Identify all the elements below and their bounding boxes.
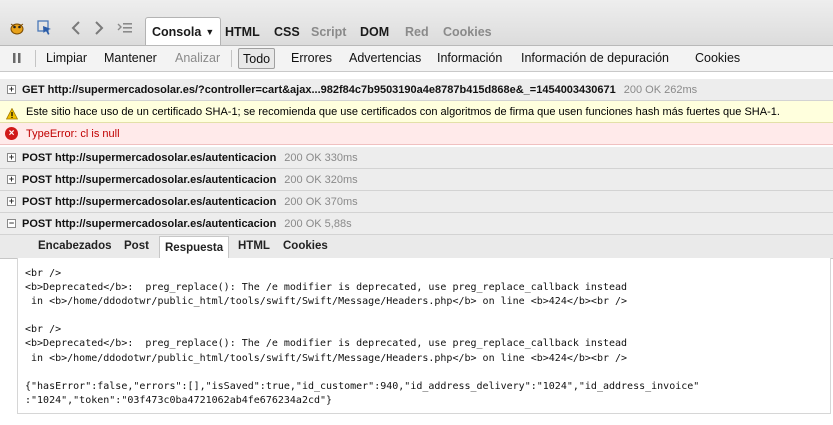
request-url: POST http://supermercadosolar.es/autenti… xyxy=(22,213,352,234)
tab-consola-label: Consola xyxy=(152,25,202,39)
request-url-text: POST http://supermercadosolar.es/autenti… xyxy=(22,174,277,186)
request-url: POST http://supermercadosolar.es/autenti… xyxy=(22,169,358,190)
request-status: 200 OK 320ms xyxy=(284,174,358,186)
clear-button[interactable]: Limpiar xyxy=(46,50,87,67)
post-request-row[interactable]: + POST http://supermercadosolar.es/auten… xyxy=(0,191,833,213)
request-status: 200 OK 370ms xyxy=(284,196,358,208)
tab-encabezados[interactable]: Encabezados xyxy=(38,240,112,252)
request-status: 200 OK 5,88s xyxy=(284,218,352,230)
divider xyxy=(231,50,232,67)
request-url: POST http://supermercadosolar.es/autenti… xyxy=(22,147,358,168)
persist-button[interactable]: Mantener xyxy=(104,50,157,67)
response-body-text: <br /> <b>Deprecated</b>: preg_replace()… xyxy=(25,268,700,406)
tab-response-html[interactable]: HTML xyxy=(238,240,270,252)
warning-message: Este sitio hace uso de un certificado SH… xyxy=(26,106,780,118)
tab-red[interactable]: Red xyxy=(405,22,429,42)
expand-toggle-icon[interactable]: + xyxy=(7,153,16,162)
expand-toggle-icon[interactable]: + xyxy=(7,175,16,184)
post-request-row[interactable]: + POST http://supermercadosolar.es/auten… xyxy=(0,169,833,191)
filter-all-button[interactable]: Todo xyxy=(238,48,276,69)
request-status: 200 OK 262ms xyxy=(623,84,698,96)
filter-errors-button[interactable]: Errores xyxy=(291,50,332,67)
request-url-text: GET http://supermercadosolar.es/?control… xyxy=(22,84,616,96)
profile-button[interactable]: Analizar xyxy=(175,50,220,67)
filter-cookies-button[interactable]: Cookies xyxy=(695,50,740,67)
inspect-element-icon[interactable] xyxy=(36,19,54,37)
error-row[interactable]: × TypeError: cl is null xyxy=(0,123,833,145)
get-request-row[interactable]: + GET http://supermercadosolar.es/?contr… xyxy=(0,79,833,101)
request-status: 200 OK 330ms xyxy=(284,152,358,164)
request-url: POST http://supermercadosolar.es/autenti… xyxy=(22,191,358,212)
tab-css[interactable]: CSS xyxy=(274,22,300,42)
divider xyxy=(35,50,36,67)
tab-dom[interactable]: DOM xyxy=(360,22,389,42)
firebug-icon[interactable] xyxy=(8,19,26,37)
tab-response-cookies[interactable]: Cookies xyxy=(283,240,328,252)
collapse-toggle-icon[interactable]: − xyxy=(7,219,16,228)
chevron-down-icon: ▼ xyxy=(205,27,215,37)
tab-script[interactable]: Script xyxy=(311,22,346,42)
pause-icon[interactable] xyxy=(8,49,26,67)
warning-row: Este sitio hace uso de un certificado SH… xyxy=(0,101,833,123)
error-icon: × xyxy=(5,127,18,140)
back-arrow-icon[interactable] xyxy=(67,19,85,37)
filter-warnings-button[interactable]: Advertencias xyxy=(349,50,421,67)
response-body-panel: <br /> <b>Deprecated</b>: preg_replace()… xyxy=(17,258,831,414)
expand-toggle-icon[interactable]: + xyxy=(7,85,16,94)
console-filter-bar: Limpiar Mantener Analizar Todo Errores A… xyxy=(0,46,833,72)
request-url-text: POST http://supermercadosolar.es/autenti… xyxy=(22,196,277,208)
post-request-row[interactable]: + POST http://supermercadosolar.es/auten… xyxy=(0,147,833,169)
request-url-text: POST http://supermercadosolar.es/autenti… xyxy=(22,218,277,230)
post-request-row-expanded[interactable]: − POST http://supermercadosolar.es/auten… xyxy=(0,213,833,235)
response-tabs: Encabezados Post Respuesta HTML Cookies xyxy=(0,235,833,259)
request-url: GET http://supermercadosolar.es/?control… xyxy=(22,79,698,100)
tab-respuesta[interactable]: Respuesta xyxy=(159,236,230,259)
forward-arrow-icon[interactable] xyxy=(90,19,108,37)
tab-consola[interactable]: Consola ▼ xyxy=(145,17,222,45)
error-message: TypeError: cl is null xyxy=(26,128,120,140)
tab-html[interactable]: HTML xyxy=(225,22,260,42)
filter-info-button[interactable]: Información xyxy=(437,50,502,67)
expand-toggle-icon[interactable]: + xyxy=(7,197,16,206)
request-url-text: POST http://supermercadosolar.es/autenti… xyxy=(22,152,277,164)
warning-icon xyxy=(5,106,19,120)
tab-post[interactable]: Post xyxy=(124,240,149,252)
firebug-toolbar: Consola ▼ HTML CSS Script DOM Red Cookies xyxy=(0,0,833,46)
tab-cookies[interactable]: Cookies xyxy=(443,22,492,42)
panel-list-icon[interactable] xyxy=(116,19,134,37)
filter-debug-button[interactable]: Información de depuración xyxy=(521,50,669,67)
